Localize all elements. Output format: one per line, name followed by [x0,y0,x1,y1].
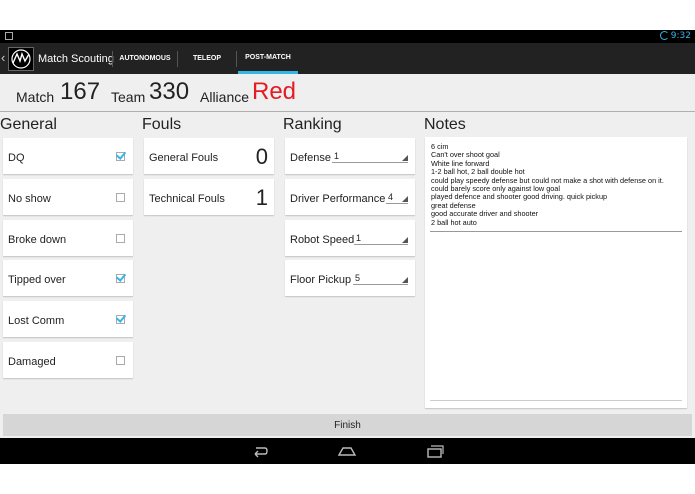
general-item-label: Lost Comm [8,315,65,327]
match-info-row: Match 167 Team 330 Alliance Red [0,74,695,111]
general-item-no-show[interactable]: No show [3,179,133,215]
spinner-arrow-icon [402,155,408,161]
foul-count: 1 [255,185,268,210]
checkbox[interactable] [116,152,125,161]
tab-autonomous[interactable]: AUTONOMOUS [113,43,177,74]
ranking-label: Robot Speed [290,234,355,246]
header-divider [0,111,695,112]
general-item-broke-down[interactable]: Broke down [3,220,133,256]
checkbox[interactable] [116,234,125,243]
general-item-label: No show [8,193,51,205]
notes-bottom-line [430,400,682,401]
ranking-item-defense: Defense 1 [285,138,415,174]
general-item-damaged[interactable]: Damaged [3,342,133,378]
ranking-item-driver-performance: Driver Performance 4 [285,179,415,215]
notes-card: 6 cim Can't over shoot goal White line f… [425,137,687,408]
spinner-value: 1 [334,151,340,161]
ranking-label: Defense [290,152,331,164]
team-label: Team [111,89,146,105]
ranking-label: Floor Pickup [290,274,352,286]
up-chevron-icon[interactable]: ‹ [1,50,5,65]
match-label: Match [16,89,55,105]
finish-button[interactable]: Finish [3,414,692,436]
general-item-label: Tipped over [8,274,66,286]
driver-performance-spinner[interactable]: 4 [386,192,408,204]
navigation-bar [0,438,695,464]
technical-fouls-counter[interactable]: Technical Fouls 1 [144,179,274,215]
post-match-panel: Match 167 Team 330 Alliance Red General … [0,74,695,438]
spinner-arrow-icon [402,196,408,202]
status-bar: 9:32 [0,30,695,43]
foul-count: 0 [255,144,268,169]
spinner-value: 4 [388,192,394,202]
home-icon[interactable] [337,443,357,459]
ranking-item-floor-pickup: Floor Pickup 5 [285,260,415,296]
defense-spinner[interactable]: 1 [332,151,408,163]
checkbox[interactable] [116,315,125,324]
fouls-title: Fouls [142,116,182,133]
foul-label: Technical Fouls [149,193,225,205]
spinner-arrow-icon [402,277,408,283]
general-item-dq[interactable]: DQ [3,138,133,174]
floor-pickup-spinner[interactable]: 5 [353,273,408,285]
general-title: General [0,116,57,133]
checkbox[interactable] [116,356,125,365]
app-logo-icon[interactable] [8,47,34,71]
action-bar: ‹ Match Scouting AUTONOMOUS TELEOP POST-… [0,43,695,74]
notes-underline [430,231,682,232]
notes-textarea[interactable]: 6 cim Can't over shoot goal White line f… [431,143,681,227]
alliance-label: Alliance [200,89,250,105]
gallery-notification-icon [5,32,13,40]
spinner-arrow-icon [402,237,408,243]
checkbox[interactable] [116,193,125,202]
sync-icon [660,31,669,40]
general-fouls-counter[interactable]: General Fouls 0 [144,138,274,174]
app-title: Match Scouting [38,53,114,65]
ranking-label: Driver Performance [290,193,386,205]
spinner-value: 5 [355,273,361,283]
tab-divider [236,51,237,67]
status-clock: 9:32 [670,31,691,41]
match-number: 167 [60,78,101,105]
general-item-label: DQ [8,152,25,164]
general-item-label: Broke down [8,234,67,246]
notes-title: Notes [424,116,466,133]
alliance-value: Red [252,78,297,105]
ranking-item-robot-speed: Robot Speed 1 [285,220,415,256]
general-item-label: Damaged [8,356,56,368]
foul-label: General Fouls [149,152,219,164]
back-icon[interactable] [249,443,269,459]
general-item-lost-comm[interactable]: Lost Comm [3,301,133,337]
robot-speed-spinner[interactable]: 1 [354,233,408,245]
ranking-title: Ranking [283,116,342,133]
team-number: 330 [149,78,190,105]
general-item-tipped-over[interactable]: Tipped over [3,260,133,296]
recent-apps-icon[interactable] [425,443,445,459]
spinner-value: 1 [356,233,362,243]
tab-post-match[interactable]: POST-MATCH [238,43,298,74]
tab-teleop[interactable]: TELEOP [178,43,236,74]
checkbox[interactable] [116,274,125,283]
